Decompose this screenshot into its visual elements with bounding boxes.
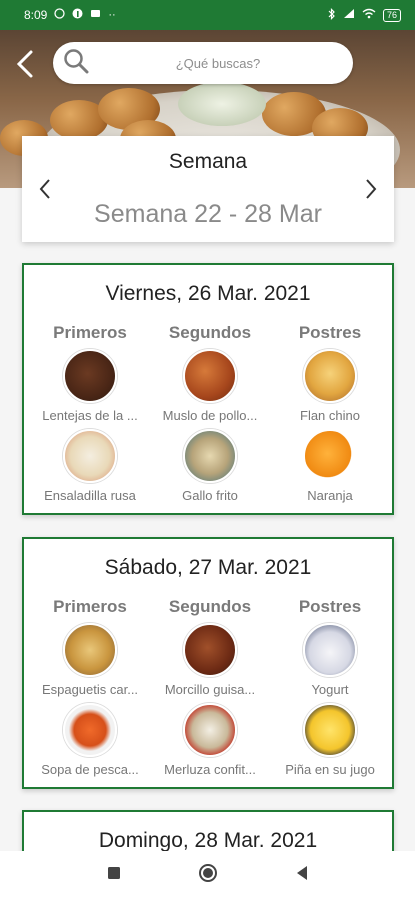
system-back-button[interactable] bbox=[290, 864, 314, 888]
dish-item[interactable]: Naranja bbox=[268, 429, 392, 503]
stew-dish-image bbox=[183, 623, 237, 677]
dish-name: Ensaladilla rusa bbox=[44, 488, 136, 503]
home-button[interactable] bbox=[196, 864, 220, 888]
signal-icon bbox=[343, 8, 355, 22]
status-time: 8:09 bbox=[24, 8, 48, 22]
fish-soup-dish-image bbox=[63, 703, 117, 757]
course-header-segundos: Segundos bbox=[168, 323, 252, 342]
course-header-postres: Postres bbox=[298, 323, 362, 342]
course-header-postres: Postres bbox=[298, 597, 362, 616]
dish-name: Yogurt bbox=[311, 682, 349, 697]
dish-item[interactable]: Lentejas de la ... bbox=[28, 349, 152, 423]
dish-name: Muslo de pollo... bbox=[162, 408, 258, 423]
dish-name: Piña en su jugo bbox=[285, 762, 375, 777]
dish-item[interactable]: Morcillo guisa... bbox=[148, 623, 272, 697]
day-title: Sábado, 27 Mar. 2021 bbox=[104, 556, 312, 579]
search-input[interactable] bbox=[103, 55, 333, 71]
dish-name: Merluza confit... bbox=[164, 762, 256, 777]
course-header-primeros: Primeros bbox=[53, 323, 127, 342]
square-icon bbox=[107, 866, 121, 885]
system-navigation-bar bbox=[0, 851, 415, 900]
bluetooth-icon bbox=[328, 7, 336, 23]
search-icon bbox=[63, 48, 89, 79]
dish-name: Flan chino bbox=[300, 408, 360, 423]
chevron-right-icon bbox=[364, 178, 378, 205]
whatsapp-icon bbox=[54, 8, 66, 22]
hake-dish-image bbox=[183, 703, 237, 757]
next-week-button[interactable] bbox=[356, 176, 386, 206]
dish-item[interactable]: Flan chino bbox=[268, 349, 392, 423]
dish-item[interactable]: Yogurt bbox=[268, 623, 392, 697]
flan-dish-image bbox=[303, 349, 357, 403]
status-right: 76 bbox=[328, 7, 401, 23]
mail-icon bbox=[90, 8, 101, 22]
dish-name: Naranja bbox=[307, 488, 353, 503]
dish-item[interactable]: Merluza confit... bbox=[148, 703, 272, 777]
status-left: 8:09 ·· bbox=[24, 8, 116, 22]
back-button[interactable] bbox=[8, 46, 42, 86]
dish-item[interactable]: Gallo frito bbox=[148, 429, 272, 503]
dish-name: Gallo frito bbox=[182, 488, 238, 503]
orange-dish-image bbox=[303, 429, 357, 483]
more-dots-icon: ·· bbox=[108, 8, 116, 21]
day-card-saturday[interactable]: Sábado, 27 Mar. 2021 Primeros Segundos P… bbox=[22, 537, 394, 789]
chicken-dish-image bbox=[183, 349, 237, 403]
dish-name: Espaguetis car... bbox=[41, 682, 139, 697]
course-header-segundos: Segundos bbox=[168, 597, 252, 616]
russian-salad-dish-image bbox=[63, 429, 117, 483]
search-box[interactable] bbox=[53, 42, 353, 84]
day-title: Domingo, 28 Mar. 2021 bbox=[98, 829, 318, 852]
status-bar: 8:09 ·· 76 bbox=[0, 0, 415, 30]
dish-name: Lentejas de la ... bbox=[42, 408, 138, 423]
dish-item[interactable]: Piña en su jugo bbox=[268, 703, 392, 777]
day-card-friday[interactable]: Viernes, 26 Mar. 2021 Primeros Segundos … bbox=[22, 263, 394, 515]
battery-icon: 76 bbox=[382, 8, 401, 22]
pineapple-dish-image bbox=[303, 703, 357, 757]
week-selector: Semana Semana 22 - 28 Mar bbox=[22, 136, 394, 242]
home-circle-icon bbox=[198, 863, 218, 888]
spaghetti-dish-image bbox=[63, 623, 117, 677]
wifi-icon bbox=[362, 8, 376, 22]
facebook-icon bbox=[72, 8, 83, 22]
course-header-primeros: Primeros bbox=[53, 597, 127, 616]
dish-item[interactable]: Sopa de pesca... bbox=[28, 703, 152, 777]
week-range: Semana 22 - 28 Mar bbox=[94, 200, 322, 228]
week-title: Semana bbox=[168, 150, 248, 173]
fried-fish-dish-image bbox=[183, 429, 237, 483]
back-arrow-icon bbox=[15, 49, 35, 84]
lentils-dish-image bbox=[63, 349, 117, 403]
dish-item[interactable]: Espaguetis car... bbox=[28, 623, 152, 697]
dish-name: Sopa de pesca... bbox=[41, 762, 139, 777]
yogurt-dish-image bbox=[303, 623, 357, 677]
dish-name: Morcillo guisa... bbox=[164, 682, 256, 697]
dish-item[interactable]: Ensaladilla rusa bbox=[28, 429, 152, 503]
day-title: Viernes, 26 Mar. 2021 bbox=[105, 282, 311, 305]
dish-item[interactable]: Muslo de pollo... bbox=[148, 349, 272, 423]
recent-apps-button[interactable] bbox=[102, 864, 126, 888]
triangle-back-icon bbox=[295, 865, 309, 886]
